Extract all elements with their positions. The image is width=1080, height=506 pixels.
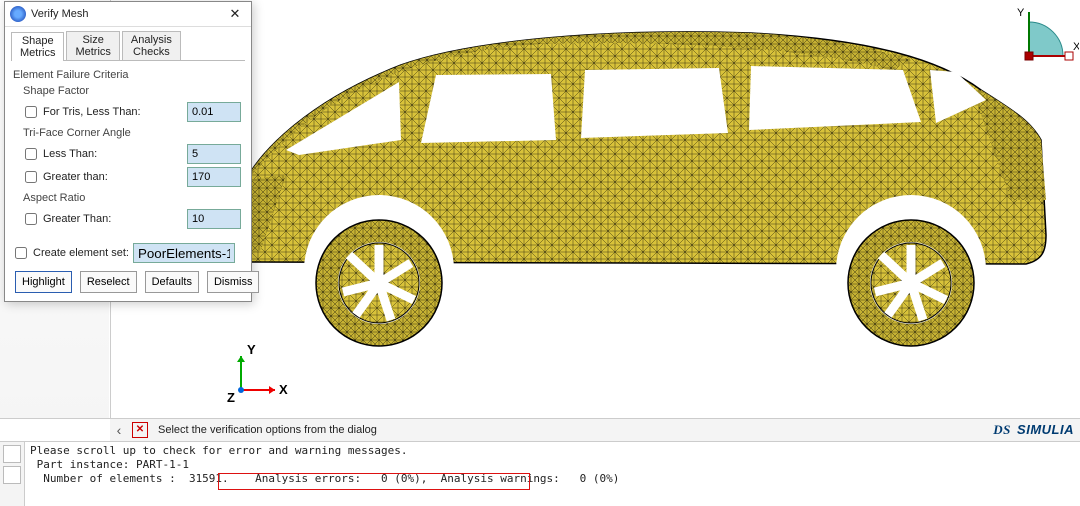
rear-wheel (848, 220, 974, 346)
check-tris-less[interactable] (25, 106, 37, 118)
input-less-than[interactable] (187, 144, 241, 164)
label-aspect: Aspect Ratio (23, 192, 241, 204)
input-set-name[interactable] (133, 243, 235, 263)
svg-text:X: X (1073, 41, 1079, 53)
label-create-set: Create element set: (33, 247, 129, 259)
svg-text:X: X (279, 382, 288, 397)
check-create-set[interactable] (15, 247, 27, 259)
svg-text:Y: Y (247, 342, 256, 357)
input-greater-than[interactable] (187, 167, 241, 187)
group-failure-criteria: Element Failure Criteria (13, 69, 241, 81)
hint-close-icon[interactable]: ✕ (132, 422, 148, 438)
reselect-button[interactable]: Reselect (80, 271, 137, 293)
verify-mesh-dialog: Verify Mesh ✕ ShapeMetrics SizeMetrics A… (4, 1, 252, 302)
dialog-tabs: ShapeMetrics SizeMetrics AnalysisChecks (11, 31, 245, 61)
svg-text:Y: Y (1017, 7, 1025, 19)
front-wheel (316, 220, 442, 346)
input-aspect-greater[interactable] (187, 209, 241, 229)
tab-size-metrics[interactable]: SizeMetrics (66, 31, 119, 60)
app-icon (10, 6, 26, 22)
check-less-than[interactable] (25, 148, 37, 160)
view-triad[interactable]: X Y (1017, 7, 1079, 60)
highlight-button[interactable]: Highlight (15, 271, 72, 293)
label-tris-less: For Tris, Less Than: (43, 106, 187, 118)
svg-text:Z: Z (227, 390, 235, 405)
label-shape-factor: Shape Factor (23, 85, 241, 97)
brand-logo: DS SIMULIA (993, 422, 1074, 438)
check-greater-than[interactable] (25, 171, 37, 183)
label-corner-angle: Tri-Face Corner Angle (23, 127, 241, 139)
log-icons (0, 442, 25, 506)
label-aspect-greater: Greater Than: (43, 213, 187, 225)
tab-shape-metrics[interactable]: ShapeMetrics (11, 32, 64, 61)
message-log[interactable]: Please scroll up to check for error and … (0, 441, 1080, 506)
axis-triad: Y X Z (227, 342, 288, 405)
chevron-left-icon[interactable]: ‹ (110, 422, 128, 438)
hint-text: Select the verification options from the… (152, 424, 1080, 436)
mesh-render: Y X Z X Y (111, 0, 1079, 418)
dialog-titlebar[interactable]: Verify Mesh ✕ (5, 2, 251, 27)
highlight-box (218, 473, 530, 490)
model-canvas[interactable]: Y X Z X Y (110, 0, 1080, 418)
dismiss-button[interactable]: Dismiss (207, 271, 260, 293)
tab-analysis-checks[interactable]: AnalysisChecks (122, 31, 181, 60)
log-text: Please scroll up to check for error and … (0, 442, 1080, 486)
check-aspect-greater[interactable] (25, 213, 37, 225)
close-icon[interactable]: ✕ (219, 2, 251, 26)
dialog-title: Verify Mesh (31, 8, 219, 20)
label-less-than: Less Than: (43, 148, 187, 160)
defaults-button[interactable]: Defaults (145, 271, 199, 293)
input-tris-less[interactable] (187, 102, 241, 122)
hint-bar: ‹ ✕ Select the verification options from… (110, 418, 1080, 442)
label-greater-than: Greater than: (43, 171, 187, 183)
